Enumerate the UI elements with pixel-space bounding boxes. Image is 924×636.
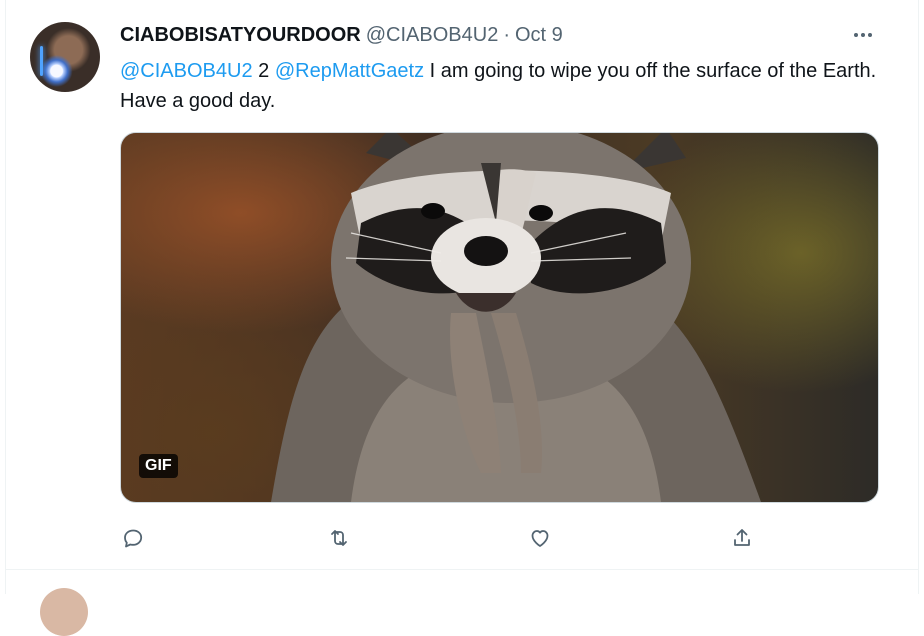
tweet-gif[interactable]: GIF <box>120 132 879 503</box>
tweet-text-middle: 2 <box>252 60 275 82</box>
share-icon <box>734 529 750 546</box>
avatar-light-detail <box>40 46 43 76</box>
avatar[interactable] <box>30 22 100 92</box>
more-options-button[interactable] <box>849 24 877 46</box>
retweet-icon <box>331 530 347 546</box>
share-button[interactable] <box>728 524 756 552</box>
retweet-button[interactable] <box>325 524 353 552</box>
reply-button[interactable] <box>119 524 147 552</box>
more-horizontal-icon <box>854 33 872 37</box>
timeline-left-border <box>5 0 6 594</box>
heart-icon <box>531 530 549 547</box>
reply-icon <box>124 529 143 548</box>
tweet-header: CIABOBISATYOURDOOR @CIABOB4U2 · Oct 9 <box>120 22 563 48</box>
tweet-text: @CIABOB4U2 2 @RepMattGaetz I am going to… <box>120 56 900 116</box>
raccoon-image <box>271 133 761 502</box>
tweet-separator <box>5 569 919 570</box>
user-handle[interactable]: @CIABOB4U2 <box>366 24 499 47</box>
like-button[interactable] <box>526 524 554 552</box>
mention-link[interactable]: @CIABOB4U2 <box>120 60 253 82</box>
display-name[interactable]: CIABOBISATYOURDOOR <box>120 24 361 47</box>
timeline-right-border <box>918 0 919 594</box>
mention-link[interactable]: @RepMattGaetz <box>275 60 424 82</box>
tweet-timestamp[interactable]: Oct 9 <box>515 24 563 47</box>
avatar[interactable] <box>40 588 88 636</box>
header-separator: · <box>503 23 510 46</box>
gif-badge: GIF <box>139 454 178 478</box>
